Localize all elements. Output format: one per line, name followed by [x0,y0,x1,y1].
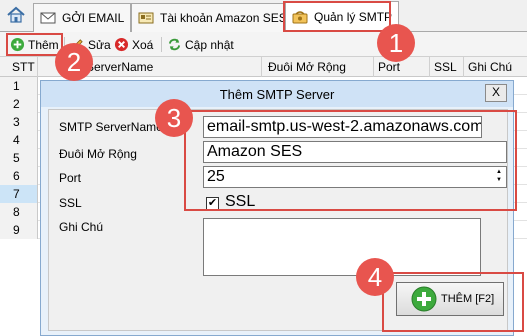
note-label: Ghi Chú [59,220,104,234]
row-number: 4 [0,131,38,149]
ssl-label: SSL [59,196,82,210]
tab-amazon-ses-account[interactable]: Tài khoản Amazon SES [131,3,294,32]
annotation-badge: 3 [155,99,193,137]
close-button[interactable]: X [485,84,507,102]
row-number: 2 [0,95,38,113]
annotation-badge: 4 [356,258,394,296]
annotation-badge: 2 [55,43,93,81]
tab-strip: GỞI EMAIL Tài khoản Amazon SES Quản lý S… [0,0,527,32]
row-number: 3 [0,113,38,131]
delete-circle-icon [114,37,129,52]
home-icon[interactable] [6,5,26,25]
annotation-badge: 1 [377,24,415,62]
column-header-note[interactable]: Ghi Chú [464,57,527,77]
column-header-suffix[interactable]: Đuôi Mở Rộng [262,57,374,77]
account-card-icon [138,12,154,24]
delete-button-label: Xoá [132,37,154,52]
row-number: 9 [0,221,38,239]
envelope-icon [40,12,56,24]
row-number: 5 [0,149,38,167]
delete-button[interactable]: Xoá [114,35,153,54]
highlight-form-fields [184,110,517,211]
note-field[interactable] [203,218,481,276]
suffix-label: Đuôi Mở Rộng [59,147,137,161]
toolbar-separator [161,37,162,52]
dialog-title: Thêm SMTP Server [219,87,335,102]
highlight-tab-smtp [283,1,391,32]
edit-button-label: Sửa [88,37,111,52]
dialog-titlebar[interactable]: Thêm SMTP Server X [41,81,513,107]
highlight-add-button [6,33,63,56]
column-header-stt[interactable]: STT [0,57,38,77]
tab-label: Tài khoản Amazon SES [160,11,287,25]
row-number: 6 [0,167,38,185]
tab-label: GỞI EMAIL [62,11,125,25]
refresh-icon [168,38,181,51]
refresh-button-label: Cập nhật [185,37,234,52]
tab-send-email[interactable]: GỞI EMAIL [33,3,132,32]
refresh-button[interactable]: Cập nhật [167,35,234,54]
row-number: 1 [0,77,38,95]
column-header-ssl[interactable]: SSL [430,57,464,77]
server-name-label: SMTP ServerName [59,120,163,134]
row-number: 8 [0,203,38,221]
highlight-submit-button [382,272,524,332]
port-label: Port [59,171,82,185]
row-number: 7 [0,185,38,203]
